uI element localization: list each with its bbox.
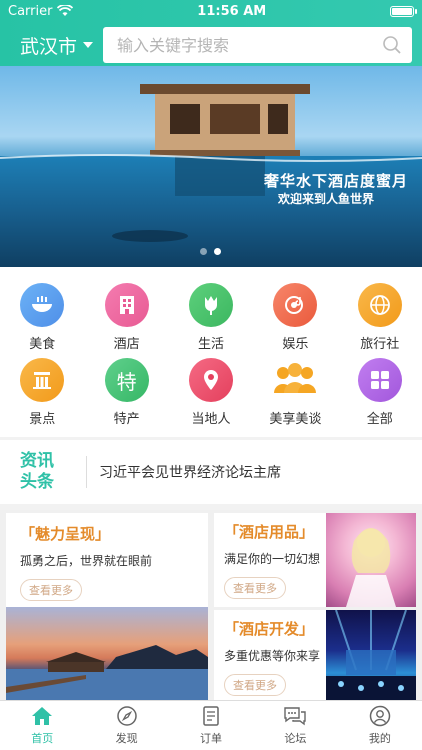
- news-tag-line: 资讯: [20, 451, 54, 471]
- city-label: 武汉市: [20, 35, 78, 58]
- category-travel-agency[interactable]: 旅行社: [338, 283, 422, 358]
- promo-title: 「魅力呈现」: [20, 525, 111, 543]
- promo-title: 「酒店开发」: [224, 620, 315, 638]
- promo-image-doll[interactable]: [326, 513, 416, 607]
- category-label: 美享美谈: [269, 412, 322, 427]
- promo-subtitle: 满足你的一切幻想: [224, 552, 321, 566]
- location-pin-icon: [188, 358, 233, 402]
- category-specialty[interactable]: 特 特产: [84, 358, 168, 433]
- home-icon: [32, 707, 53, 725]
- promo-card-hotel-development[interactable]: 「酒店开发」 多重优惠等你来享 查看更多: [214, 610, 326, 700]
- clock: 11:56 AM: [197, 3, 267, 19]
- carousel-dot-active[interactable]: [214, 248, 221, 255]
- divider: [86, 456, 87, 488]
- tab-discover[interactable]: 发现: [84, 701, 168, 750]
- category-life[interactable]: 生活: [169, 283, 253, 358]
- category-label: 酒店: [113, 337, 140, 352]
- category-locals[interactable]: 当地人: [169, 358, 253, 433]
- tab-label: 我的: [368, 732, 391, 745]
- category-label: 特产: [113, 412, 140, 427]
- news-ticker[interactable]: 资讯 头条 习近平会见世界经济论坛主席: [0, 440, 422, 504]
- forum-chat-icon: [284, 707, 307, 726]
- promo-image-stage[interactable]: [326, 609, 416, 700]
- people-group-icon: [273, 358, 317, 402]
- tab-home[interactable]: 首页: [0, 701, 84, 750]
- city-selector[interactable]: 武汉市: [20, 32, 94, 59]
- carousel-indicator: [200, 248, 221, 255]
- bottom-tab-bar: 首页 发现 订单 论坛 我的: [0, 700, 422, 750]
- profile-icon: [369, 705, 391, 727]
- landmark-icon: [20, 358, 65, 402]
- compass-icon: [116, 706, 137, 726]
- view-more-button[interactable]: 查看更多: [224, 577, 286, 599]
- category-label: 旅行社: [360, 337, 400, 352]
- hotel-building-icon: [104, 283, 149, 327]
- music-disc-icon: [273, 283, 318, 327]
- chevron-down-icon: [83, 42, 94, 48]
- view-more-button[interactable]: 查看更多: [20, 579, 82, 601]
- wifi-icon: [57, 5, 74, 16]
- banner-title: 奢华水下酒店度蜜月: [263, 172, 408, 190]
- category-food[interactable]: 美食: [0, 283, 84, 358]
- category-all[interactable]: 全部: [338, 358, 422, 433]
- banner-carousel[interactable]: 奢华水下酒店度蜜月 欢迎来到人鱼世界: [0, 66, 422, 267]
- promo-title: 「酒店用品」: [224, 523, 315, 541]
- status-bar: Carrier 11:56 AM: [0, 0, 422, 22]
- tulip-icon: [188, 283, 233, 327]
- tab-label: 论坛: [284, 732, 307, 745]
- tab-label: 发现: [115, 732, 138, 745]
- search-icon[interactable]: [382, 35, 402, 55]
- specialty-icon: 特: [104, 358, 149, 402]
- search-bar[interactable]: [103, 27, 412, 63]
- category-label: 景点: [29, 412, 56, 427]
- tab-orders[interactable]: 订单: [169, 701, 253, 750]
- news-tag: 资讯 头条: [20, 451, 80, 493]
- category-entertainment[interactable]: 娱乐: [253, 283, 337, 358]
- news-tag-line: 头条: [20, 472, 54, 492]
- promo-card-charm[interactable]: 「魅力呈现」 孤勇之后，世界就在眼前 查看更多: [6, 513, 208, 607]
- app-header: Carrier 11:56 AM 武汉市: [0, 0, 422, 66]
- order-list-icon: [203, 706, 219, 726]
- tab-label: 首页: [31, 732, 54, 745]
- promo-subtitle: 孤勇之后，世界就在眼前: [20, 554, 153, 568]
- promo-image-resort[interactable]: [6, 607, 208, 700]
- category-label: 娱乐: [282, 337, 309, 352]
- category-hotel[interactable]: 酒店: [84, 283, 168, 358]
- news-headline[interactable]: 习近平会见世界经济论坛主席: [99, 462, 281, 482]
- grid-all-icon: [357, 358, 402, 402]
- category-share-talk[interactable]: 美享美谈: [253, 358, 337, 433]
- view-more-button[interactable]: 查看更多: [224, 674, 286, 696]
- category-label: 全部: [366, 412, 393, 427]
- search-input[interactable]: [117, 35, 382, 55]
- tab-label: 订单: [200, 732, 223, 745]
- category-label: 美食: [29, 337, 56, 352]
- carousel-dot[interactable]: [200, 248, 207, 255]
- banner-hotel-illustration: [0, 84, 422, 242]
- promo-subtitle: 多重优惠等你来享: [224, 649, 321, 663]
- promo-section: 「魅力呈现」 孤勇之后，世界就在眼前 查看更多 「酒店用品」 满足你的一切幻想 …: [0, 510, 422, 700]
- tab-forum[interactable]: 论坛: [253, 701, 337, 750]
- category-label: 生活: [197, 337, 224, 352]
- promo-card-hotel-supplies[interactable]: 「酒店用品」 满足你的一切幻想 查看更多: [214, 513, 326, 607]
- globe-icon: [357, 283, 402, 327]
- tab-profile[interactable]: 我的: [338, 701, 422, 750]
- battery-icon: [390, 5, 417, 17]
- food-bowl-icon: [20, 283, 65, 327]
- category-grid: 美食 酒店 生活 娱乐 旅行社 景点 特 特产 当地人 美享美谈 全部: [0, 267, 422, 437]
- banner-subtitle: 欢迎来到人鱼世界: [277, 192, 374, 206]
- category-label: 当地人: [191, 412, 231, 427]
- carrier-label: Carrier: [8, 3, 53, 19]
- category-scenic-spot[interactable]: 景点: [0, 358, 84, 433]
